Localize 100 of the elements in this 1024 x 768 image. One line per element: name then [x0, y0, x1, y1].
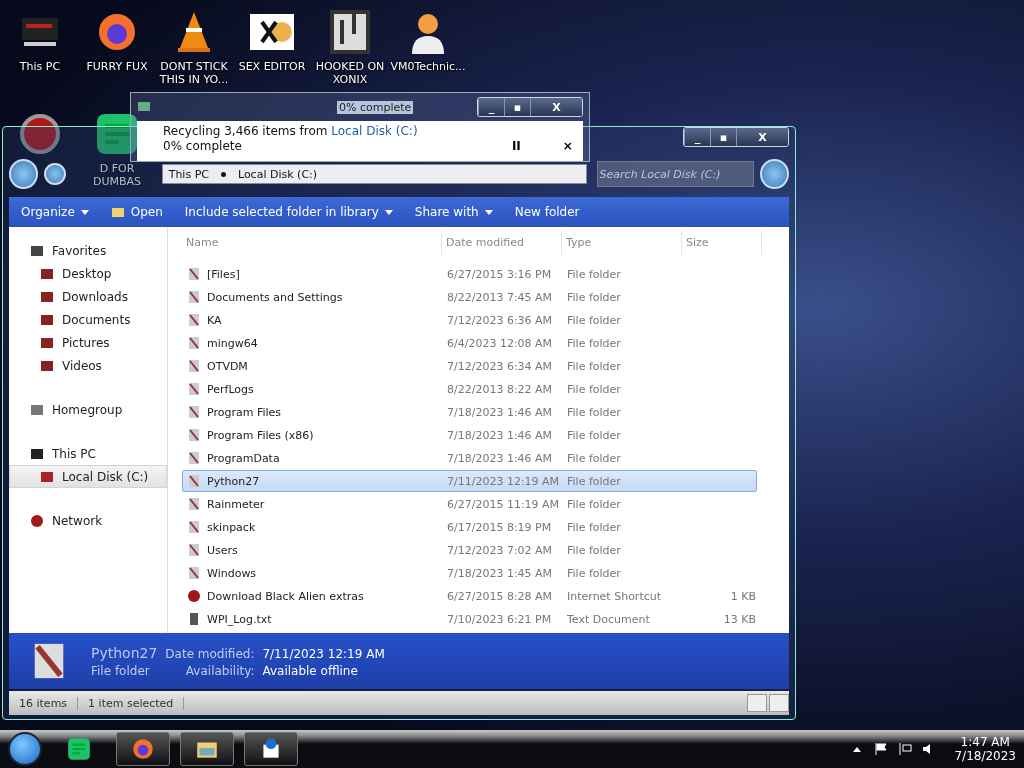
- taskbar-app-button[interactable]: [244, 732, 298, 766]
- folder-icon: [187, 405, 201, 419]
- flag-icon[interactable]: [874, 742, 889, 756]
- search-field[interactable]: Search Local Disk (C:): [596, 161, 754, 187]
- fox-browser-icon: [130, 736, 156, 762]
- file-name: mingw64: [207, 336, 258, 350]
- file-name: PerfLogs: [207, 382, 254, 396]
- folder-icon: [187, 267, 201, 281]
- type-cell-text: File folder: [566, 520, 622, 534]
- date-cell-text: 7/12/2023 6:34 AM: [446, 359, 554, 373]
- type-cell-text: File folder: [566, 405, 622, 419]
- nav-item[interactable]: Homegroup: [9, 398, 167, 421]
- taskbar-app-button[interactable]: [116, 732, 170, 766]
- caret-icon: [484, 209, 493, 215]
- date-cell-text: 7/18/2023 1:46 AM: [446, 451, 554, 465]
- detail-value: 7/11/2023 12:19 AM: [262, 646, 385, 661]
- nav-item[interactable]: Documents: [9, 308, 167, 331]
- nav-item[interactable]: Videos: [9, 354, 167, 377]
- status-text: 16 items: [9, 696, 79, 710]
- desktop-icon-label[interactable]: SEX EDITOR: [238, 60, 306, 74]
- desktop-icon-label[interactable]: FURRY FUX: [86, 60, 148, 74]
- clock-date[interactable]: 7/18/2023: [954, 749, 1016, 763]
- file-row[interactable]: ProgramData 7/18/2023 1:46 AM File folder: [182, 447, 757, 469]
- toolbar-button[interactable]: Organize: [21, 205, 89, 219]
- minimize-button[interactable]: _: [684, 128, 710, 146]
- file-row[interactable]: WPI_Log.txt 7/10/2023 6:21 PM Text Document 13 KB: [182, 608, 757, 630]
- maximize-button[interactable]: ▪: [710, 128, 736, 146]
- column-header[interactable]: Name: [182, 231, 442, 255]
- pause-button[interactable]: II: [507, 139, 525, 153]
- file-name: Users: [207, 543, 238, 557]
- toolbar-button[interactable]: Include selected folder in library: [184, 205, 393, 219]
- file-name: Program Files: [207, 405, 282, 419]
- nav-item[interactable]: Favorites: [9, 239, 167, 262]
- detail-label: Availability:: [184, 663, 255, 678]
- nav-item[interactable]: Desktop: [9, 262, 167, 285]
- location-link[interactable]: Local Disk (C:): [331, 124, 418, 138]
- globe-icon: [187, 589, 201, 603]
- file-row[interactable]: skinpack 6/17/2015 8:19 PM File folder: [182, 516, 757, 538]
- file-row[interactable]: Users 7/12/2023 7:02 AM File folder: [182, 539, 757, 561]
- desktop-icon-label[interactable]: DONT STICK THIS IN YO...: [156, 60, 232, 87]
- address-bar[interactable]: This PC Local Disk (C:): [161, 164, 587, 184]
- tiles-view-button[interactable]: [769, 694, 789, 712]
- close-button[interactable]: X: [530, 98, 582, 116]
- desktop-icon-label[interactable]: This PC: [19, 60, 61, 74]
- nav-item[interactable]: Network: [9, 509, 167, 532]
- nav-item[interactable]: Local Disk (C:): [9, 465, 167, 488]
- open-folder-icon: [110, 205, 125, 219]
- folder-icon: [187, 290, 201, 304]
- file-row[interactable]: Windows 7/18/2023 1:45 AM File folder: [182, 562, 757, 584]
- column-header[interactable]: Type: [562, 231, 682, 255]
- file-row[interactable]: Program Files (x86) 7/18/2023 1:46 AM File folder: [182, 424, 757, 446]
- file-row[interactable]: mingw64 6/4/2023 12:08 AM File folder: [182, 332, 757, 354]
- nav-item[interactable]: Pictures: [9, 331, 167, 354]
- date-cell-text: 7/18/2023 1:45 AM: [446, 566, 554, 580]
- date-cell-text: 6/4/2023 12:08 AM: [446, 336, 554, 350]
- toolbar-button[interactable]: Open: [110, 205, 163, 219]
- file-row[interactable]: Program Files 7/18/2023 1:46 AM File folder: [182, 401, 757, 423]
- clock-time[interactable]: 1:47 AM: [960, 735, 1010, 749]
- network-icon[interactable]: [898, 742, 913, 756]
- cancel-button[interactable]: ×: [558, 139, 577, 153]
- back-button[interactable]: [9, 159, 39, 189]
- folder-icon: [187, 428, 201, 442]
- forward-button[interactable]: [44, 163, 66, 185]
- toolbar-button[interactable]: Share with: [414, 205, 493, 219]
- separator-icon: [220, 171, 226, 177]
- toolbar-button[interactable]: New folder: [514, 205, 580, 219]
- type-cell-text: File folder: [566, 566, 622, 580]
- file-row[interactable]: Download Black Alien extras 6/27/2015 8:28 AM Internet Shortcut 1 KB: [182, 585, 757, 607]
- file-row[interactable]: KA 7/12/2023 6:36 AM File folder: [182, 309, 757, 331]
- desktop-icon-label[interactable]: VM0Technic...: [390, 60, 466, 74]
- file-row[interactable]: OTVDM 7/12/2023 6:34 AM File folder: [182, 355, 757, 377]
- file-row[interactable]: PerfLogs 8/22/2013 8:22 AM File folder: [182, 378, 757, 400]
- date-cell-text: 7/11/2023 12:19 AM: [446, 474, 561, 488]
- file-row[interactable]: [Files] 6/27/2015 3:16 PM File folder: [182, 263, 757, 285]
- column-header[interactable]: Date modified: [442, 231, 562, 255]
- minimize-button[interactable]: _: [478, 98, 504, 116]
- breadcrumb[interactable]: This PC: [168, 167, 209, 181]
- taskbar-app-button[interactable]: [180, 732, 234, 766]
- date-cell-text: 6/27/2015 11:19 AM: [446, 497, 561, 511]
- date-cell-text: 6/27/2015 3:16 PM: [446, 267, 553, 281]
- folder-icon: [187, 520, 201, 534]
- start-button[interactable]: [8, 732, 42, 766]
- file-row[interactable]: Rainmeter 6/27/2015 11:19 AM File folder: [182, 493, 757, 515]
- nav-item[interactable]: This PC: [9, 442, 167, 465]
- desktop-icon-label[interactable]: HOOKED ON XONIX: [312, 60, 388, 87]
- desktop-icon-label[interactable]: D FOR DUMBAS: [79, 162, 155, 189]
- maximize-button[interactable]: ▪: [504, 98, 530, 116]
- size-cell-text: 1 KB: [729, 589, 756, 603]
- type-cell-text: File folder: [566, 543, 622, 557]
- progress-status: 0% complete: [163, 139, 242, 153]
- file-name: WPI_Log.txt: [207, 612, 272, 626]
- column-header[interactable]: Size: [682, 231, 762, 255]
- dialog-title: 0% complete: [337, 100, 414, 114]
- file-row[interactable]: Python27 7/11/2023 12:19 AM File folder: [182, 470, 757, 492]
- file-row[interactable]: Documents and Settings 8/22/2013 7:45 AM File folder: [182, 286, 757, 308]
- nav-item[interactable]: Downloads: [9, 285, 167, 308]
- folder-icon: [187, 474, 201, 488]
- close-button[interactable]: X: [736, 128, 788, 146]
- breadcrumb[interactable]: Local Disk (C:): [237, 167, 318, 181]
- search-button[interactable]: [759, 159, 789, 189]
